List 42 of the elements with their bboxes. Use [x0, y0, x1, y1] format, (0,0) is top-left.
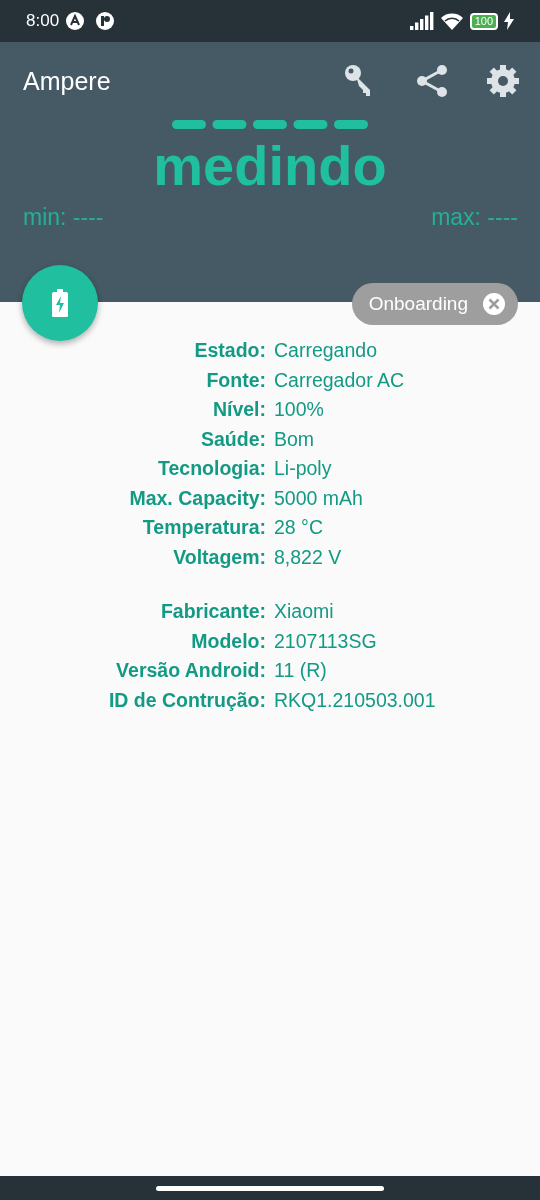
notification-icon [95, 11, 116, 31]
info-label: Versão Android: [115, 658, 266, 683]
info-value: Xiaomi [274, 599, 335, 624]
info-label: Fonte: [205, 367, 266, 393]
info-label: Nível: [211, 397, 266, 422]
min-reading: min: ---- [23, 204, 104, 231]
info-label: Temperatura: [141, 515, 266, 540]
close-icon[interactable] [482, 292, 506, 316]
info-label: Voltagem: [172, 544, 266, 570]
info-label: Estado: [193, 338, 266, 363]
info-label: ID de Contrução: [107, 687, 266, 713]
info-value: 11 (R) [274, 658, 328, 683]
settings-icon[interactable] [486, 64, 520, 98]
battery-level: 100 [469, 12, 498, 30]
info-value: Li-poly [274, 456, 333, 481]
charging-icon [504, 12, 514, 30]
wifi-icon [439, 12, 464, 30]
measuring-status: medindo [153, 134, 387, 198]
signal-icon [409, 12, 434, 30]
info-label: Max. Capacity: [128, 485, 266, 511]
max-reading: max: ---- [431, 204, 518, 231]
info-label: Fabricante: [159, 599, 266, 624]
app-title: Ampere [23, 66, 112, 96]
notification-icon [65, 11, 86, 31]
info-value: 8,822 V [274, 544, 343, 570]
onboarding-chip[interactable]: Onboarding [351, 283, 518, 325]
share-icon[interactable] [416, 64, 448, 98]
info-value: 28 °C [274, 515, 324, 540]
battery-charging-icon [51, 289, 69, 317]
info-value: RKQ1.210503.001 [274, 687, 437, 713]
clock-time: 8:00 [26, 11, 60, 31]
info-value: Bom [274, 426, 316, 452]
info-label: Tecnologia: [157, 456, 266, 481]
info-label: Saúde: [200, 426, 266, 452]
info-value: Carregando [274, 338, 378, 363]
info-label: Modelo: [190, 628, 266, 654]
battery-button[interactable] [22, 265, 98, 341]
home-handle[interactable] [156, 1185, 384, 1191]
info-value: 100% [274, 397, 325, 422]
info-value: 5000 mAh [274, 485, 364, 511]
info-value: 2107113SG [274, 628, 378, 654]
info-value: Carregador AC [274, 367, 406, 393]
